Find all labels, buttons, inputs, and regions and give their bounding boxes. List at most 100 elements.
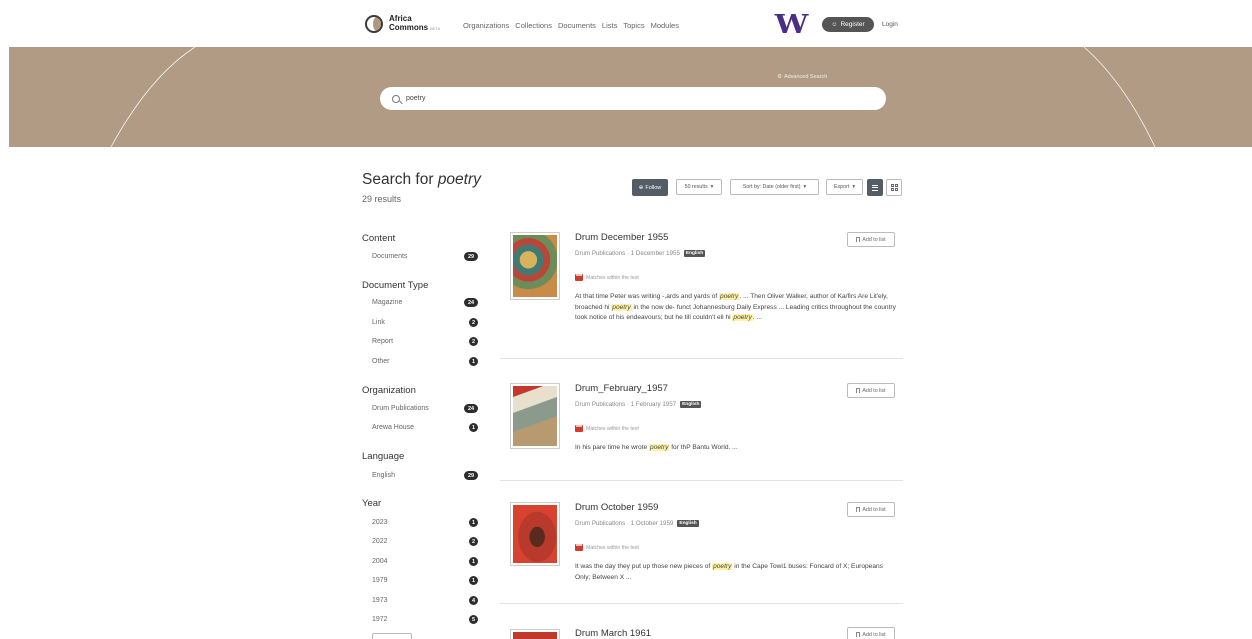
nav-collections[interactable]: Collections	[515, 21, 552, 30]
result-meta-text: Drum Publications · 1 December 1955	[575, 250, 680, 257]
follow-label: Follow	[645, 184, 662, 191]
facet-item[interactable]: 2023 1	[372, 518, 478, 527]
grid-icon	[890, 184, 898, 191]
result-thumbnail[interactable]	[510, 232, 560, 300]
facet-label: 1973	[372, 597, 388, 604]
user-icon: ☺	[831, 21, 838, 28]
advanced-search-label: Advanced Search	[783, 74, 828, 80]
pdf-icon	[575, 274, 583, 281]
per-page-select[interactable]: 50 results ▾	[676, 179, 722, 195]
snippet-text: for thP Bantu World. ...	[669, 444, 738, 451]
search-icon[interactable]	[392, 94, 400, 103]
facet-count-badge: 1	[468, 557, 478, 566]
follow-button[interactable]: ⊕ Follow	[632, 179, 668, 196]
facet-item[interactable]: 1973 4	[372, 596, 478, 605]
matches-text: Matches within the text	[586, 425, 639, 432]
facet-label: Documents	[372, 253, 408, 260]
snippet-highlight: poetry	[732, 314, 753, 321]
language-tag: English	[680, 401, 702, 408]
register-button[interactable]: ☺ Register	[822, 17, 874, 32]
add-to-list-button[interactable]: Add to list	[847, 232, 895, 247]
result-card: Drum March 1961 Add to list	[499, 626, 903, 639]
result-title[interactable]: Drum December 1955	[575, 232, 668, 243]
result-title[interactable]: Drum_February_1957	[575, 383, 668, 394]
per-page-value: 50 results	[684, 184, 708, 190]
logo-line1: Africa	[389, 14, 412, 23]
facet-title-organization: Organization	[362, 385, 416, 396]
facet-count-badge: 2	[468, 318, 478, 327]
nav-modules[interactable]: Modules	[651, 21, 679, 30]
facet-item[interactable]: Link 2	[372, 318, 478, 327]
result-divider	[500, 358, 903, 359]
result-thumbnail[interactable]	[510, 383, 560, 449]
facet-item[interactable]: Arewa House 1	[372, 423, 478, 432]
facet-count-badge: 29	[464, 471, 478, 480]
facet-title-document-type: Document Type	[362, 280, 429, 291]
nav-topics[interactable]: Topics	[623, 21, 644, 30]
facet-item[interactable]: English 29	[372, 471, 478, 480]
site-logo[interactable]: Africa Commons BETA	[365, 14, 440, 33]
facet-label: Other	[372, 358, 390, 365]
uw-logo[interactable]: W	[775, 12, 809, 38]
logo-text: Africa Commons BETA	[389, 14, 440, 33]
facet-item[interactable]: 1972 5	[372, 615, 478, 624]
grid-view-button[interactable]	[886, 179, 902, 196]
facet-count-badge: 1	[468, 576, 478, 585]
title-query: poetry	[437, 171, 481, 188]
result-meta-text: Drum Publications · 1 February 1957	[575, 401, 677, 408]
nav-documents[interactable]: Documents	[558, 21, 596, 30]
nav-lists[interactable]: Lists	[602, 21, 617, 30]
list-view-button[interactable]	[867, 179, 883, 196]
facet-label: Arewa House	[372, 424, 415, 431]
facet-count-badge: 2	[468, 337, 478, 346]
export-select[interactable]: Export ▾	[826, 179, 863, 195]
logo-mark-icon	[365, 14, 383, 33]
top-navbar: Africa Commons BETA Organizations Collect…	[0, 0, 1252, 48]
add-to-list-label: Add to list	[862, 236, 886, 243]
add-to-list-label: Add to list	[862, 387, 886, 394]
facet-count-badge: 24	[464, 404, 478, 413]
facet-item[interactable]: 1979 1	[372, 576, 478, 585]
facet-item[interactable]: 2022 2	[372, 537, 478, 546]
bookmark-icon	[856, 388, 861, 393]
matches-text: Matches within the text	[586, 544, 639, 551]
bookmark-icon	[856, 632, 861, 637]
facet-item[interactable]: Report 2	[372, 337, 478, 346]
add-to-list-button[interactable]: Add to list	[847, 502, 895, 517]
facet-count-badge: 24	[464, 298, 478, 307]
result-divider	[500, 603, 903, 604]
page-title: Search for poetry	[362, 171, 481, 189]
add-to-list-button[interactable]: Add to list	[847, 627, 895, 639]
plus-circle-icon: ⊕	[638, 184, 644, 191]
facet-item[interactable]: Documents 29	[372, 252, 478, 261]
result-thumbnail[interactable]	[510, 502, 560, 566]
advanced-search-link[interactable]: ⚙ Advanced Search	[777, 74, 827, 80]
bookmark-icon	[856, 237, 861, 242]
facet-count-badge: 1	[468, 518, 478, 527]
show-more-button[interactable]	[372, 633, 412, 639]
result-title[interactable]: Drum March 1961	[575, 628, 651, 639]
facet-item[interactable]: Drum Publications 24	[372, 404, 478, 413]
result-card: Drum_February_1957 Drum Publications · 1…	[499, 381, 903, 461]
facet-item[interactable]: Other 1	[372, 357, 478, 366]
search-input[interactable]	[406, 95, 856, 102]
pdf-icon	[575, 544, 583, 551]
result-card: Drum December 1955 Drum Publications · 1…	[499, 230, 903, 355]
facet-item[interactable]: Magazine 24	[372, 298, 478, 307]
pdf-icon	[575, 425, 583, 432]
matches-label: Matches within the text	[575, 544, 639, 551]
result-title[interactable]: Drum October 1959	[575, 502, 658, 513]
nav-organizations[interactable]: Organizations	[463, 21, 509, 30]
search-bar[interactable]	[380, 87, 886, 110]
search-hero: ⚙ Advanced Search	[9, 47, 1252, 147]
facet-count-badge: 29	[464, 252, 478, 261]
sort-select[interactable]: Sort by: Date (older first) ▾	[730, 179, 819, 195]
add-to-list-button[interactable]: Add to list	[847, 383, 895, 398]
caret-down-icon: ▾	[710, 184, 714, 190]
result-thumbnail[interactable]	[510, 629, 560, 639]
facet-count-badge: 1	[468, 423, 478, 432]
login-link[interactable]: Login	[882, 21, 898, 28]
facet-title-year: Year	[362, 498, 382, 509]
result-meta-text: Drum Publications · 1 October 1959	[575, 520, 674, 527]
facet-item[interactable]: 2004 1	[372, 557, 478, 566]
